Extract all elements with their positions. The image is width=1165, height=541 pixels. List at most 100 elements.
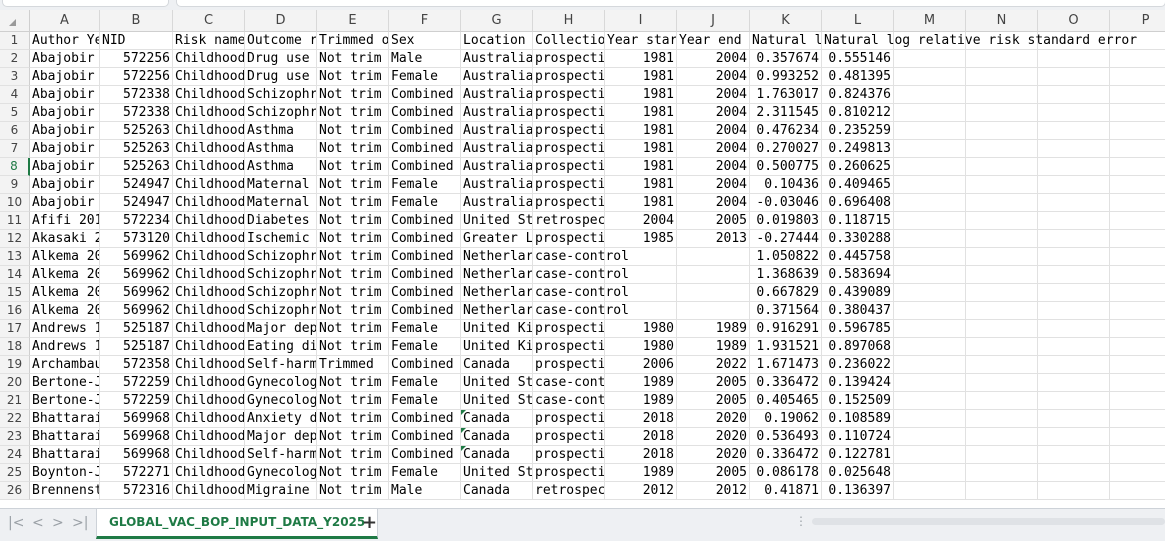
cell-g16[interactable]: Netherlar bbox=[461, 302, 533, 320]
cell-f26[interactable]: Male bbox=[389, 482, 461, 500]
column-header-m[interactable]: M bbox=[894, 10, 966, 32]
cell-e3[interactable]: Not trim bbox=[317, 68, 389, 86]
cell-b3[interactable]: 572256 bbox=[100, 68, 173, 86]
cell-d11[interactable]: Diabetes bbox=[245, 212, 317, 230]
cell-m12[interactable] bbox=[894, 230, 966, 248]
cell-m7[interactable] bbox=[894, 140, 966, 158]
cell-a12[interactable]: Akasaki 2 bbox=[30, 230, 100, 248]
cell-k13[interactable]: 1.050822 bbox=[750, 248, 822, 266]
cell-i23[interactable]: 2018 bbox=[605, 428, 677, 446]
row-header[interactable]: 3 bbox=[0, 68, 30, 86]
cell-c11[interactable]: Childhood bbox=[173, 212, 245, 230]
cell-c17[interactable]: Childhood bbox=[173, 320, 245, 338]
cell-o17[interactable] bbox=[1038, 320, 1110, 338]
cell-f15[interactable]: Combined bbox=[389, 284, 461, 302]
row-header[interactable]: 20 bbox=[0, 374, 30, 392]
cell-b9[interactable]: 524947 bbox=[100, 176, 173, 194]
cell-c18[interactable]: Childhood bbox=[173, 338, 245, 356]
cell-b5[interactable]: 572338 bbox=[100, 104, 173, 122]
next-sheet-button[interactable]: > bbox=[52, 515, 64, 531]
cell-k14[interactable]: 1.368639 bbox=[750, 266, 822, 284]
cell-e13[interactable]: Not trim bbox=[317, 248, 389, 266]
cell-c6[interactable]: Childhood bbox=[173, 122, 245, 140]
cell-e1[interactable]: Trimmed o bbox=[317, 32, 389, 50]
prev-sheet-button[interactable]: < bbox=[32, 515, 44, 531]
cell-f19[interactable]: Combined bbox=[389, 356, 461, 374]
cell-e20[interactable]: Not trim bbox=[317, 374, 389, 392]
cell-n26[interactable] bbox=[966, 482, 1038, 500]
cell-g9[interactable]: Australia bbox=[461, 176, 533, 194]
cell-g22[interactable]: Canada bbox=[461, 410, 533, 428]
cell-h24[interactable]: prospecti bbox=[533, 446, 605, 464]
cell-m15[interactable] bbox=[894, 284, 966, 302]
cell-m26[interactable] bbox=[894, 482, 966, 500]
cell-e19[interactable]: Trimmed bbox=[317, 356, 389, 374]
cell-d19[interactable]: Self-harm bbox=[245, 356, 317, 374]
cell-f5[interactable]: Combined bbox=[389, 104, 461, 122]
cell-j20[interactable]: 2005 bbox=[677, 374, 750, 392]
cell-j12[interactable]: 2013 bbox=[677, 230, 750, 248]
cell-g21[interactable]: United St bbox=[461, 392, 533, 410]
cell-k25[interactable]: 0.086178 bbox=[750, 464, 822, 482]
cell-m14[interactable] bbox=[894, 266, 966, 284]
cell-k4[interactable]: 1.763017 bbox=[750, 86, 822, 104]
formula-bar[interactable] bbox=[176, 0, 1165, 7]
first-sheet-button[interactable]: |< bbox=[8, 515, 24, 531]
row-header[interactable]: 8 bbox=[0, 158, 30, 176]
cell-k16[interactable]: 0.371564 bbox=[750, 302, 822, 320]
cell-p21[interactable] bbox=[1110, 392, 1165, 410]
cell-m24[interactable] bbox=[894, 446, 966, 464]
cell-f9[interactable]: Female bbox=[389, 176, 461, 194]
cell-o13[interactable] bbox=[1038, 248, 1110, 266]
cell-f16[interactable]: Combined bbox=[389, 302, 461, 320]
add-sheet-button[interactable]: + bbox=[362, 512, 377, 533]
cell-f14[interactable]: Combined bbox=[389, 266, 461, 284]
cell-i10[interactable]: 1981 bbox=[605, 194, 677, 212]
cell-e18[interactable]: Not trim bbox=[317, 338, 389, 356]
cell-g15[interactable]: Netherlar bbox=[461, 284, 533, 302]
cell-c13[interactable]: Childhood bbox=[173, 248, 245, 266]
cell-d15[interactable]: Schizophr bbox=[245, 284, 317, 302]
cell-j18[interactable]: 1989 bbox=[677, 338, 750, 356]
cell-n21[interactable] bbox=[966, 392, 1038, 410]
cell-p11[interactable] bbox=[1110, 212, 1165, 230]
cell-f23[interactable]: Combined bbox=[389, 428, 461, 446]
cell-d12[interactable]: Ischemic bbox=[245, 230, 317, 248]
last-sheet-button[interactable]: >| bbox=[72, 515, 88, 531]
cell-n22[interactable] bbox=[966, 410, 1038, 428]
cell-l12[interactable]: 0.330288 bbox=[822, 230, 894, 248]
column-header-o[interactable]: O bbox=[1038, 10, 1110, 32]
cell-b14[interactable]: 569962 bbox=[100, 266, 173, 284]
cell-p14[interactable] bbox=[1110, 266, 1165, 284]
cell-d5[interactable]: Schizophr bbox=[245, 104, 317, 122]
cell-i17[interactable]: 1980 bbox=[605, 320, 677, 338]
column-header-i[interactable]: I bbox=[605, 10, 677, 32]
cell-h16[interactable]: case-control bbox=[533, 302, 629, 320]
cell-p25[interactable] bbox=[1110, 464, 1165, 482]
cell-a1[interactable]: Author Year bbox=[30, 32, 100, 50]
cell-m22[interactable] bbox=[894, 410, 966, 428]
cell-d24[interactable]: Self-harm bbox=[245, 446, 317, 464]
cell-e24[interactable]: Not trim bbox=[317, 446, 389, 464]
cell-l19[interactable]: 0.236022 bbox=[822, 356, 894, 374]
cell-c1[interactable]: Risk name bbox=[173, 32, 245, 50]
cell-i6[interactable]: 1981 bbox=[605, 122, 677, 140]
cell-h7[interactable]: prospecti bbox=[533, 140, 605, 158]
column-header-e[interactable]: E bbox=[317, 10, 389, 32]
cell-k6[interactable]: 0.476234 bbox=[750, 122, 822, 140]
cell-p16[interactable] bbox=[1110, 302, 1165, 320]
cell-b1[interactable]: NID bbox=[100, 32, 173, 50]
cell-i20[interactable]: 1989 bbox=[605, 374, 677, 392]
cell-n6[interactable] bbox=[966, 122, 1038, 140]
cell-p17[interactable] bbox=[1110, 320, 1165, 338]
cell-b7[interactable]: 525263 bbox=[100, 140, 173, 158]
row-header[interactable]: 2 bbox=[0, 50, 30, 68]
cell-m18[interactable] bbox=[894, 338, 966, 356]
cell-e25[interactable]: Not trim bbox=[317, 464, 389, 482]
cell-d10[interactable]: Maternal bbox=[245, 194, 317, 212]
cell-e23[interactable]: Not trim bbox=[317, 428, 389, 446]
cell-m20[interactable] bbox=[894, 374, 966, 392]
cell-h9[interactable]: prospecti bbox=[533, 176, 605, 194]
cell-m3[interactable] bbox=[894, 68, 966, 86]
column-header-j[interactable]: J bbox=[677, 10, 750, 32]
